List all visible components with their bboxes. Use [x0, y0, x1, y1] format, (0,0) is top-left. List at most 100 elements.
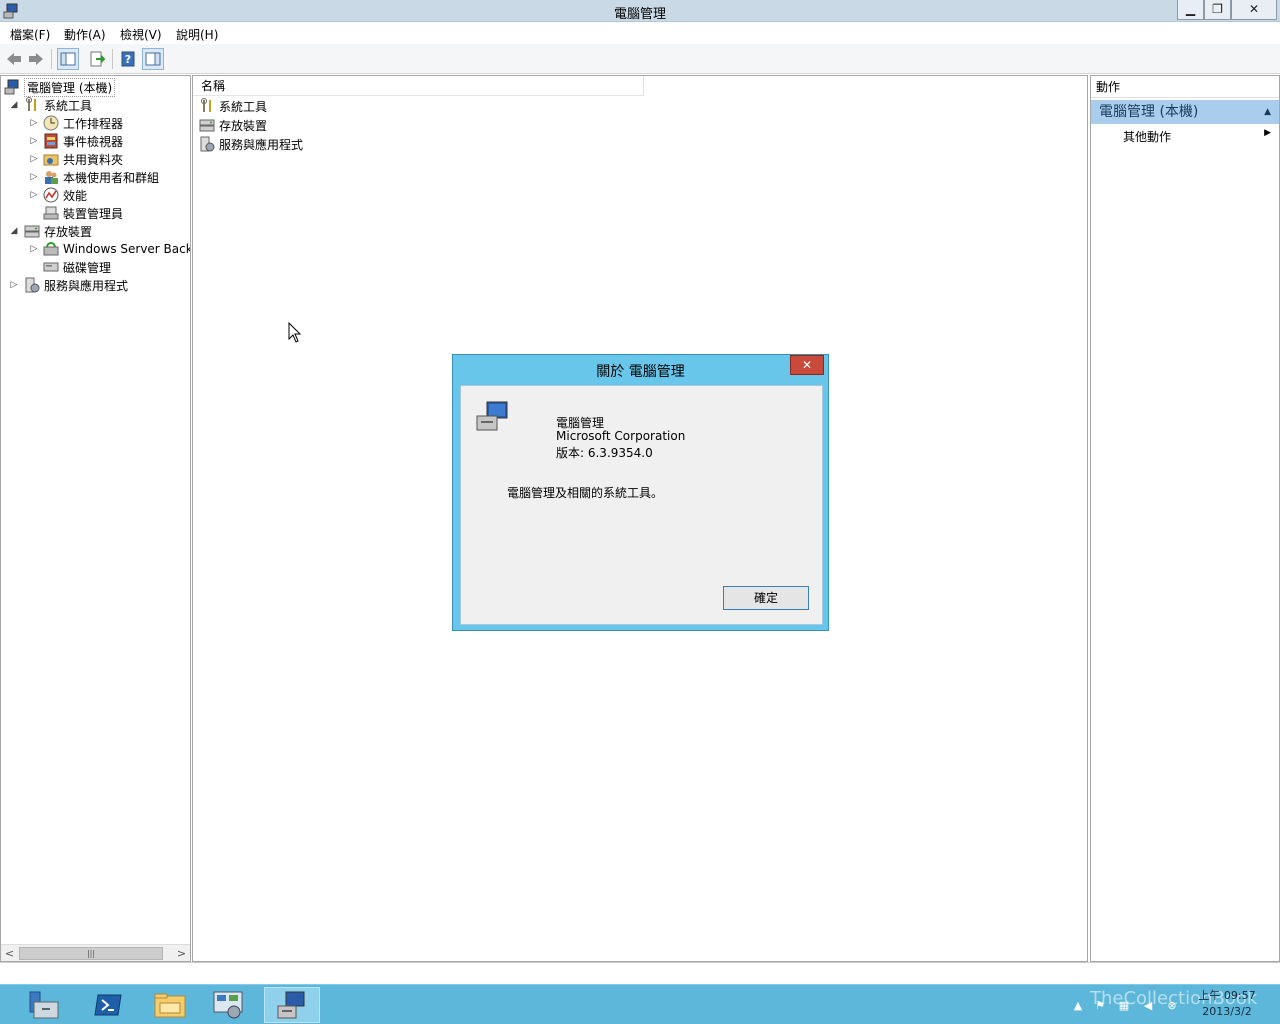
show-hide-action-pane-button[interactable]	[142, 48, 164, 70]
dialog-close-button[interactable]: ✕	[790, 355, 824, 375]
taskbar-computer-management[interactable]	[264, 987, 320, 1023]
help-icon: ?	[121, 51, 135, 67]
list-item-label: 存放裝置	[219, 118, 268, 133]
about-dialog: 關於 電腦管理 ✕ 電腦管理 Microsoft Corporation 版本:…	[452, 354, 829, 631]
menu-action[interactable]: 動作(A)	[64, 26, 106, 43]
expand-arrow-icon[interactable]: ▷	[29, 118, 39, 128]
menu-file[interactable]: 檔案(F)	[10, 26, 50, 43]
collapse-arrow-icon[interactable]: ◢	[9, 100, 19, 110]
expand-arrow-icon[interactable]: ▷	[29, 244, 39, 254]
tray-overflow-icon[interactable]: ▲	[1070, 997, 1086, 1013]
list-item-storage[interactable]: 存放裝置	[199, 116, 267, 134]
tree-root[interactable]: 電腦管理 (本機)	[4, 77, 116, 97]
tree-item-windows-server-backup[interactable]: ▷ Windows Server Backu	[29, 240, 191, 258]
tree-item-label: Windows Server Backu	[63, 242, 191, 256]
expand-arrow-icon[interactable]: ▷	[29, 136, 39, 146]
keyboard-language-icon[interactable]: ⊗	[1164, 997, 1180, 1013]
scroll-right-icon[interactable]: >	[173, 945, 190, 961]
actions-item-more-actions[interactable]: 其他動作	[1123, 128, 1171, 145]
expand-arrow-icon[interactable]: ▷	[29, 154, 39, 164]
tree-item-label: 磁碟管理	[63, 260, 112, 275]
dialog-description: 電腦管理及相關的系統工具。	[507, 486, 664, 500]
services-icon	[25, 277, 40, 293]
scrollbar-thumb[interactable]: |||	[19, 947, 163, 960]
list-item-services-applications[interactable]: 服務與應用程式	[199, 135, 303, 153]
device-manager-icon	[43, 206, 59, 220]
taskbar-file-explorer[interactable]	[142, 987, 198, 1023]
tree-item-label: 裝置管理員	[63, 206, 124, 221]
close-button[interactable]: ✕	[1231, 0, 1277, 20]
dialog-body: 電腦管理 Microsoft Corporation 版本: 6.3.9354.…	[460, 385, 823, 625]
storage-icon	[24, 225, 40, 238]
backup-icon	[43, 242, 59, 256]
svg-text:?: ?	[125, 53, 131, 66]
expand-arrow-icon[interactable]: ▷	[9, 280, 19, 290]
window-title: 電腦管理	[613, 7, 666, 22]
action-center-flag-icon[interactable]: ⚑	[1092, 997, 1108, 1013]
clock-time: 上午 09:57	[1198, 989, 1256, 1002]
forward-arrow-icon	[29, 53, 43, 65]
toolbar-separator	[51, 49, 52, 69]
column-header-name[interactable]: 名稱	[193, 76, 644, 96]
tree-item-task-scheduler[interactable]: ▷ 工作排程器	[29, 114, 123, 132]
tools-icon	[201, 98, 211, 112]
tree-item-services-applications[interactable]: ▷ 服務與應用程式	[9, 276, 128, 294]
submenu-arrow-icon[interactable]: ▶	[1264, 128, 1271, 138]
show-hide-tree-button[interactable]	[57, 48, 79, 70]
event-viewer-icon	[44, 133, 58, 149]
expand-arrow-icon[interactable]: ▷	[29, 172, 39, 182]
tree-item-label: 效能	[63, 188, 88, 203]
clock[interactable]: 上午 09:57 2013/3/2	[1192, 988, 1262, 1020]
list-item-system-tools[interactable]: 系統工具	[199, 97, 267, 115]
forward-button[interactable]	[25, 48, 47, 70]
taskbar-control-panel[interactable]	[200, 987, 256, 1023]
title-bar: 電腦管理 ▁ ❐ ✕	[0, 0, 1280, 22]
actions-group-computer-management[interactable]: 電腦管理 (本機) ▲	[1091, 100, 1279, 124]
dialog-version: 版本: 6.3.9354.0	[556, 446, 653, 460]
tree-item-system-tools[interactable]: ◢ 系統工具	[9, 96, 92, 114]
tree-item-label: 工作排程器	[63, 116, 124, 131]
help-button[interactable]: ?	[117, 48, 139, 70]
clock-icon	[43, 115, 59, 131]
storage-icon	[199, 119, 215, 132]
disk-icon	[43, 262, 59, 272]
ok-button[interactable]: 確定	[723, 586, 809, 610]
tree-root-label: 電腦管理 (本機)	[24, 77, 116, 97]
tree-item-device-manager[interactable]: 裝置管理員	[43, 204, 123, 222]
dialog-title: 關於 電腦管理	[596, 364, 685, 380]
taskbar-server-manager[interactable]	[16, 987, 72, 1023]
network-icon[interactable]: ▦	[1116, 997, 1132, 1013]
actions-group-label: 電腦管理 (本機)	[1099, 104, 1199, 120]
minimize-button[interactable]: ▁	[1177, 0, 1204, 20]
dialog-company: Microsoft Corporation	[556, 429, 686, 443]
volume-muted-icon[interactable]: ◀	[1140, 997, 1156, 1013]
maximize-button[interactable]: ❐	[1204, 0, 1231, 20]
mouse-cursor-icon	[288, 322, 302, 343]
console-tree: 電腦管理 (本機) ◢ 系統工具 ▷ 工作排程器 ▷ 事件檢視器 ▷ 共用資料夾…	[0, 75, 191, 962]
tree-item-label: 服務與應用程式	[44, 278, 129, 293]
tree-item-disk-management[interactable]: 磁碟管理	[43, 258, 111, 276]
computer-management-icon	[277, 991, 305, 1019]
services-icon	[200, 136, 215, 152]
tree-item-storage[interactable]: ◢ 存放裝置	[9, 222, 92, 240]
tree-item-event-viewer[interactable]: ▷ 事件檢視器	[29, 132, 123, 150]
control-panel-icon	[213, 991, 243, 1019]
scroll-left-icon[interactable]: <	[1, 945, 18, 961]
tree-item-label: 本機使用者和群組	[63, 170, 160, 185]
export-list-button[interactable]	[86, 48, 108, 70]
tree-item-shared-folders[interactable]: ▷ 共用資料夾	[29, 150, 123, 168]
tree-item-local-users-groups[interactable]: ▷ 本機使用者和群組	[29, 168, 159, 186]
status-bar	[0, 962, 1280, 984]
horizontal-scrollbar[interactable]: < ||| >	[1, 944, 190, 961]
back-button[interactable]	[3, 48, 25, 70]
expand-arrow-icon[interactable]: ▷	[29, 190, 39, 200]
tree-item-label: 存放裝置	[44, 224, 93, 239]
collapse-arrow-icon[interactable]: ◢	[9, 226, 19, 236]
menu-help[interactable]: 說明(H)	[176, 26, 218, 43]
taskbar-powershell[interactable]	[80, 987, 136, 1023]
tree-item-performance[interactable]: ▷ 效能	[29, 186, 87, 204]
menu-view[interactable]: 檢視(V)	[120, 26, 162, 43]
list-item-label: 服務與應用程式	[219, 137, 304, 152]
collapse-caret-icon[interactable]: ▲	[1264, 100, 1271, 124]
tree-item-label: 系統工具	[44, 98, 93, 113]
